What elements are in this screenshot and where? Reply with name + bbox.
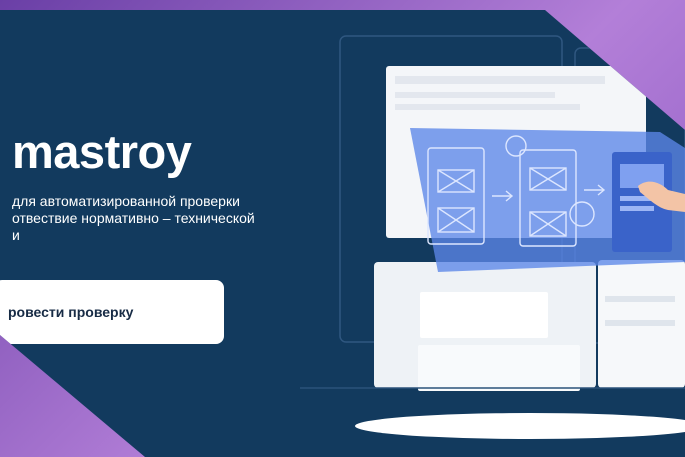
storage-box-icon	[418, 345, 580, 391]
storage-box-icon	[420, 292, 548, 338]
floor-shadow	[355, 413, 685, 439]
hero-illustration	[300, 35, 685, 439]
monitor-line	[395, 92, 555, 98]
cabinet-line	[605, 320, 675, 326]
cabinet-line	[605, 296, 675, 302]
monitor-line	[395, 104, 580, 110]
hero-panel: mastroy для автоматизированной проверки …	[0, 10, 685, 457]
card-line	[620, 206, 654, 211]
monitor-line	[395, 76, 605, 84]
